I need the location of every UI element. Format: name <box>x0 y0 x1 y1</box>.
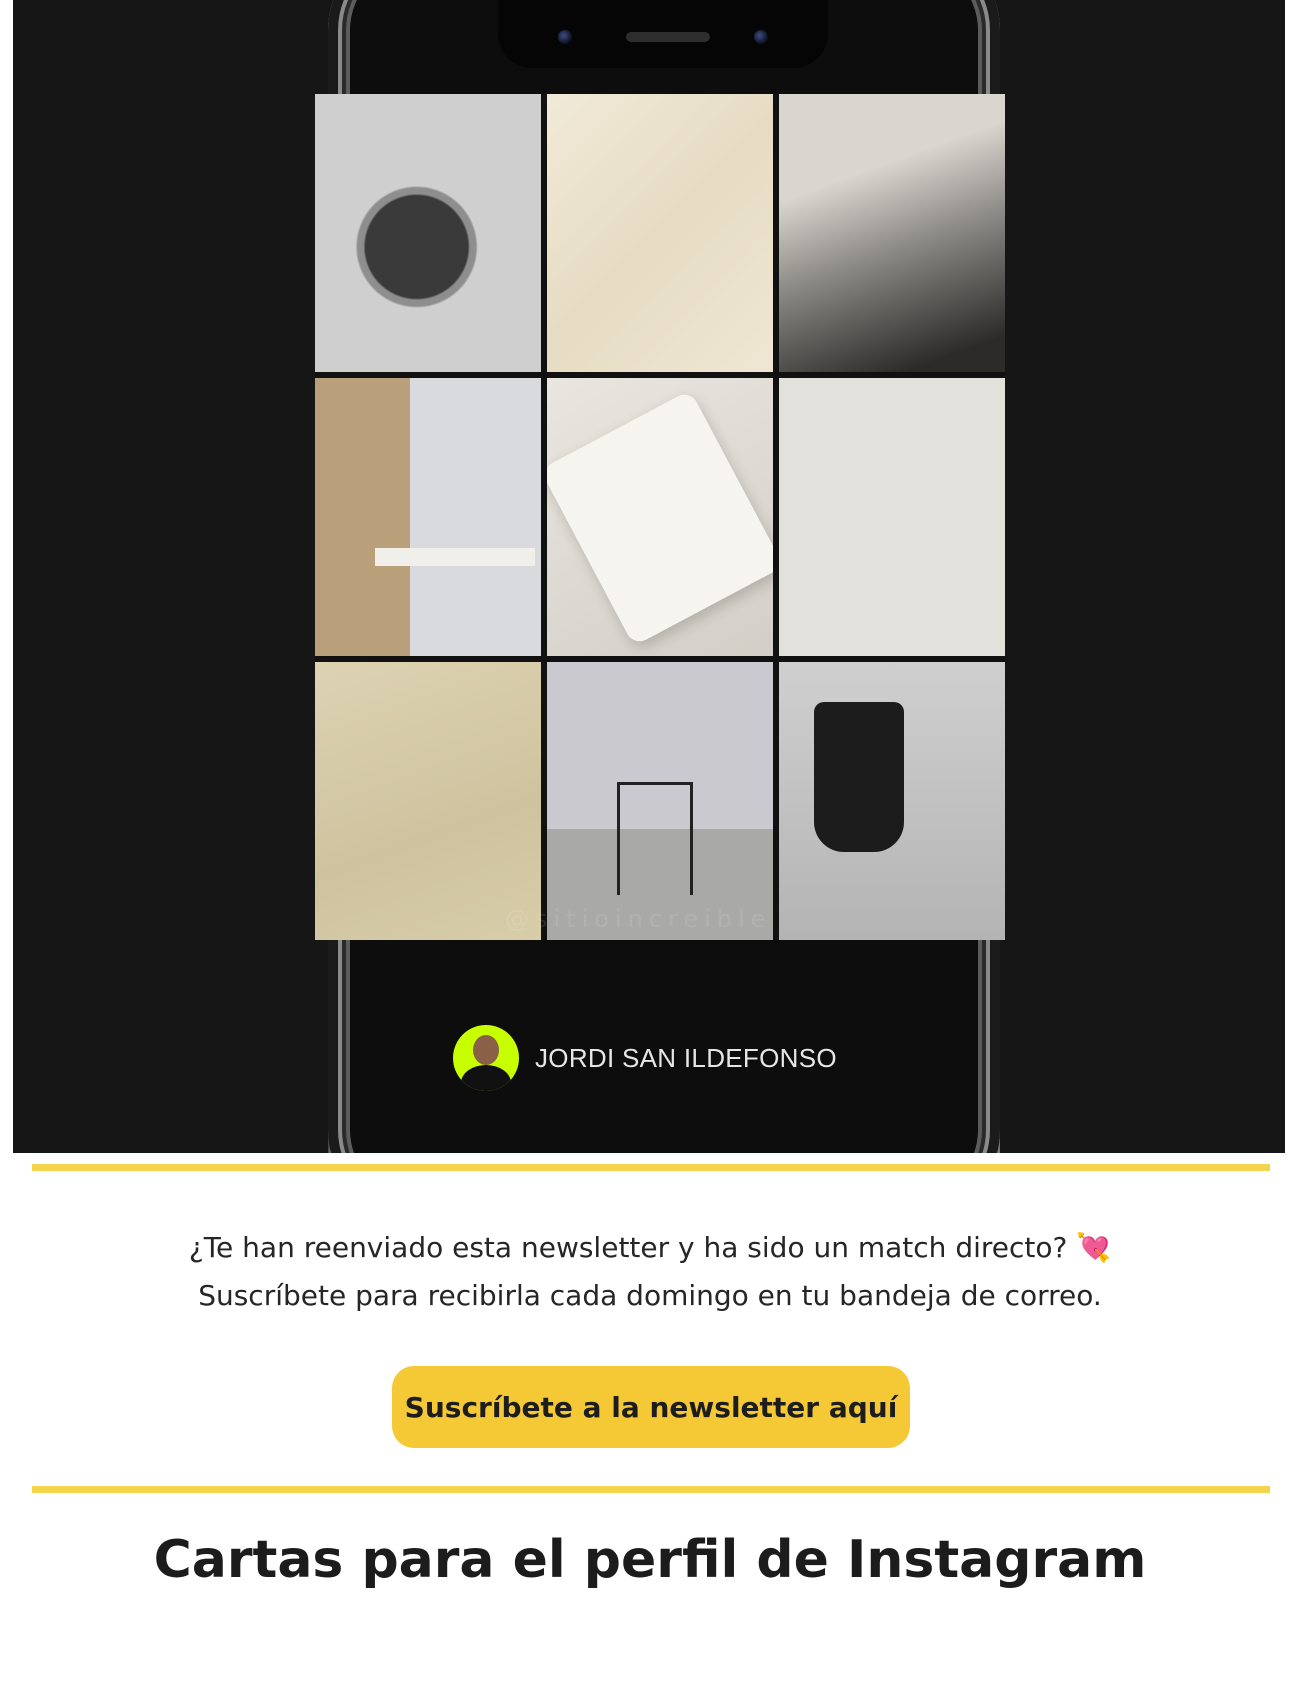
forward-line-2: Suscríbete para recibirla cada domingo e… <box>198 1279 1102 1312</box>
section-title: Cartas para el perfil de Instagram <box>153 1530 1147 1590</box>
sensor-icon <box>754 30 768 44</box>
phone-notch <box>498 0 828 68</box>
grid-tile-cassette-photo <box>547 378 773 656</box>
grid-tile-chair-photo <box>547 662 773 940</box>
front-camera-icon <box>558 30 572 44</box>
author-name: JORDI SAN ILDEFONSO <box>535 1042 837 1073</box>
hero-image: @sitioincreible JORDI SAN ILDEFONSO <box>13 0 1285 1153</box>
subscribe-button[interactable]: Suscríbete a la newsletter aquí <box>392 1366 910 1448</box>
author-credit: JORDI SAN ILDEFONSO <box>453 1024 837 1092</box>
grid-tile-paper-texture <box>315 662 541 940</box>
instagram-grid <box>315 94 1005 940</box>
avatar <box>453 1025 519 1091</box>
grid-tile-boots-photo <box>779 662 1005 940</box>
grid-tile-blank <box>779 378 1005 656</box>
divider-bottom <box>32 1486 1270 1493</box>
grid-tile-hands-photo <box>779 94 1005 372</box>
forward-message: ¿Te han reenviado esta newsletter y ha s… <box>0 1224 1300 1320</box>
forward-line-1: ¿Te han reenviado esta newsletter y ha s… <box>0 1224 1300 1272</box>
grid-tile-paper-texture <box>547 94 773 372</box>
grid-tile-bottle-photo <box>315 94 541 372</box>
heart-arrow-icon: 💘 <box>1076 1231 1112 1264</box>
speaker-icon <box>626 32 710 42</box>
forward-question: ¿Te han reenviado esta newsletter y ha s… <box>188 1231 1068 1264</box>
watermark: @sitioincreible <box>505 905 772 933</box>
grid-tile-table-photo <box>315 378 541 656</box>
divider-top <box>32 1164 1270 1171</box>
